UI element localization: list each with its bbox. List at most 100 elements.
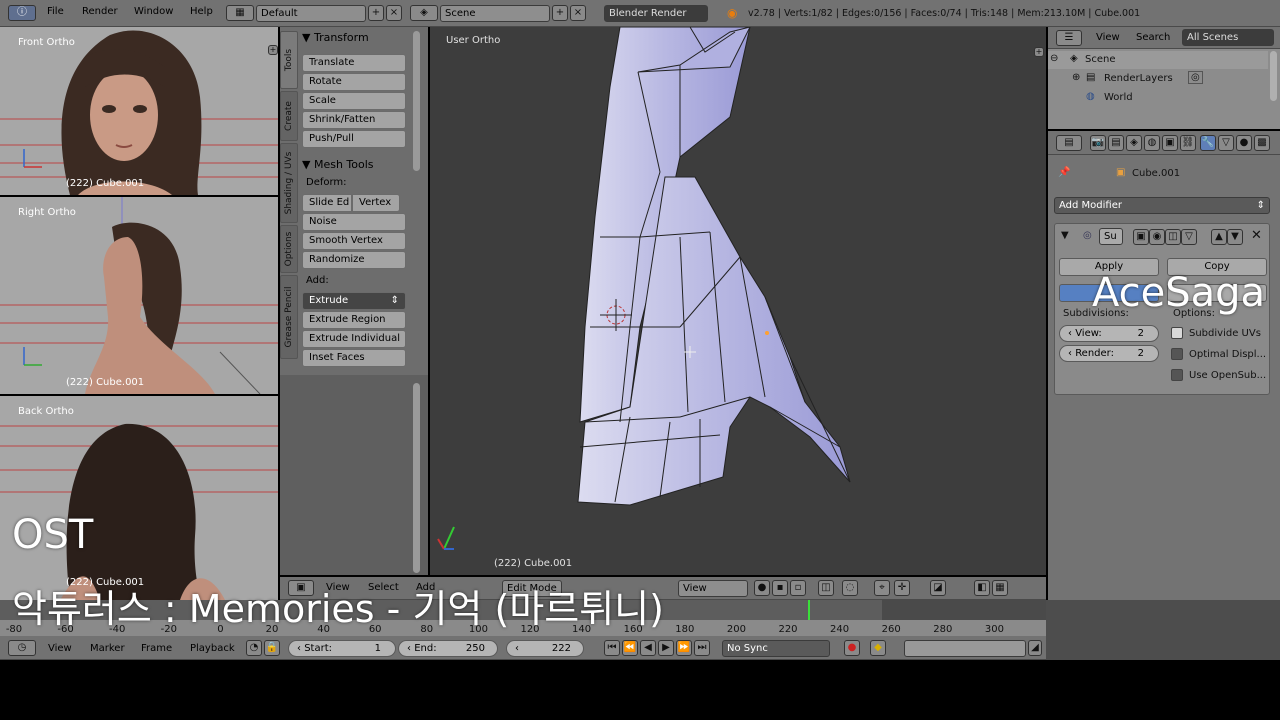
scene-icon[interactable]: ◈ [410,5,438,21]
move-up-icon[interactable]: ▲ [1211,229,1227,245]
modifier-viewport-icon[interactable]: ◉ [1149,229,1165,245]
extrude-individual-button[interactable]: Extrude Individual [302,330,406,348]
current-frame-field[interactable]: ‹ 222 [506,640,584,657]
camera-render-icon[interactable]: ◎ [1188,71,1203,84]
main-3d-viewport[interactable]: User Ortho (222) Cube.001 + [430,27,1046,575]
randomize-button[interactable]: Randomize [302,251,406,269]
timeline-corner-icon[interactable]: ◢ [1028,640,1042,656]
smooth-vertex-button[interactable]: Smooth Vertex [302,232,406,250]
transform-header[interactable]: ▼ Transform [302,31,406,44]
start-frame-field[interactable]: ‹ Start: 1 [288,640,396,657]
shrink-fatten-button[interactable]: Shrink/Fatten [302,111,406,129]
use-opensubdiv-checkbox[interactable] [1171,369,1183,381]
vertex-slide-button[interactable]: Vertex [352,194,400,212]
edge-select-icon[interactable]: ▫ [790,580,806,596]
tab-tools[interactable]: Tools [280,31,298,89]
outliner-row-scene[interactable]: ⊖ ◈ Scene [1048,51,1268,69]
texture-tab-icon[interactable]: ▩ [1254,135,1270,151]
world-tab-icon[interactable]: ◍ [1144,135,1160,151]
noise-button[interactable]: Noise [302,213,406,231]
scene-add-icon[interactable]: + [552,5,568,21]
jump-end-icon[interactable]: ⏭ [694,640,710,656]
camera-view-icon[interactable]: ◧ [974,580,990,596]
outliner-row-world[interactable]: ◍ World [1048,89,1268,107]
render-tab-icon[interactable]: 📷 [1090,135,1106,151]
timeline-editor-icon[interactable]: ◷ [8,640,36,656]
slide-edge-button[interactable]: Slide Ed [302,194,352,212]
solid-shading-icon[interactable]: ● [754,580,770,596]
layout-add-icon[interactable]: + [368,5,384,21]
tab-grease-pencil[interactable]: Grease Pencil [280,275,298,359]
vertex-select-icon[interactable]: ▪ [772,580,788,596]
layout-grid-icon[interactable]: ▦ [226,5,254,21]
subdivide-uvs-checkbox[interactable] [1171,327,1183,339]
menu-help[interactable]: Help [190,6,213,17]
record-keyframe-icon[interactable]: ● [844,640,860,656]
tab-shading-uvs[interactable]: Shading / UVs [280,143,298,223]
grid-toggle-icon[interactable]: ▦ [992,580,1008,596]
layers-tab-icon[interactable]: ▤ [1108,135,1124,151]
tab-options[interactable]: Options [280,225,298,273]
add-modifier-select[interactable]: Add Modifier ⇕ [1054,197,1270,214]
preview-range-icon[interactable]: ◔ [246,640,262,656]
constraints-tab-icon[interactable]: ⛓ [1180,135,1196,151]
manipulator-icon[interactable]: ✛ [894,580,910,596]
optimal-display-checkbox[interactable] [1171,348,1183,360]
end-frame-field[interactable]: ‹ End: 250 [398,640,498,657]
render-preview-icon[interactable]: ◪ [930,580,946,596]
occlude-icon[interactable]: ◫ [818,580,834,596]
menu-file[interactable]: File [47,6,64,17]
sync-mode-select[interactable]: No Sync [722,640,830,657]
jump-prev-key-icon[interactable]: ⏪ [622,640,638,656]
mesh-tools-header[interactable]: ▼ Mesh Tools [302,158,406,171]
info-editor-icon[interactable]: ⓘ [8,5,36,21]
keying-set-field[interactable] [904,640,1026,657]
render-engine-select[interactable]: Blender Render [604,5,708,22]
rotate-button[interactable]: Rotate [302,73,406,91]
extrude-region-button[interactable]: Extrude Region [302,311,406,329]
scene-remove-icon[interactable]: × [570,5,586,21]
data-tab-icon[interactable]: ▽ [1218,135,1234,151]
front-ortho-corner-icon[interactable]: + [268,45,278,55]
remove-modifier-icon[interactable]: ✕ [1251,228,1262,243]
outliner-filter-select[interactable]: All Scenes [1182,29,1274,46]
scene-select[interactable]: Scene [440,5,550,22]
timeline-menu-frame[interactable]: Frame [141,643,172,654]
view-pivot-select[interactable]: View [678,580,748,597]
main-viewport-corner-icon[interactable]: + [1034,47,1044,57]
menu-window[interactable]: Window [134,6,173,17]
view-subdivisions-field[interactable]: ‹ View: 2 [1059,325,1159,342]
render-subdivisions-field[interactable]: ‹ Render: 2 [1059,345,1159,362]
timeline-menu-marker[interactable]: Marker [90,643,125,654]
translate-button[interactable]: Translate [302,54,406,72]
properties-editor-icon[interactable]: ▤ [1056,135,1082,151]
tab-create[interactable]: Create [280,91,298,141]
menu-render[interactable]: Render [82,6,118,17]
back-ortho-viewport[interactable]: Back Ortho (222) Cube.001 [0,396,278,600]
jump-next-key-icon[interactable]: ⏩ [676,640,692,656]
modifier-cage-icon[interactable]: ▽ [1181,229,1197,245]
timeline-menu-view[interactable]: View [48,643,72,654]
object-tab-icon[interactable]: ▣ [1162,135,1178,151]
jump-start-icon[interactable]: ⏮ [604,640,620,656]
scene-tab-icon[interactable]: ◈ [1126,135,1142,151]
modifier-name-field[interactable]: Su [1099,228,1123,245]
outliner-scrollbar[interactable] [1270,51,1277,101]
pin-icon[interactable]: 📌 [1058,167,1070,178]
front-ortho-viewport[interactable]: Front Ortho (222) Cube.001 + [0,27,278,195]
push-pull-button[interactable]: Push/Pull [302,130,406,148]
outliner-editor-icon[interactable]: ☰ [1056,30,1082,46]
layout-select[interactable]: Default [256,5,366,22]
inset-faces-button[interactable]: Inset Faces [302,349,406,367]
material-tab-icon[interactable]: ● [1236,135,1252,151]
modifiers-wrench-icon[interactable]: 🔧 [1200,135,1216,151]
tool-shelf-scrollbar[interactable] [413,31,420,171]
lower-scrollbar[interactable] [413,383,420,573]
outliner-menu-view[interactable]: View [1096,32,1120,43]
play-icon[interactable]: ▶ [658,640,674,656]
modifier-collapse-icon[interactable]: ▼ [1061,230,1069,241]
keying-set-icon[interactable]: ◆ [870,640,886,656]
outliner-menu-search[interactable]: Search [1136,32,1170,43]
modifier-render-icon[interactable]: ▣ [1133,229,1149,245]
modifier-editmode-icon[interactable]: ◫ [1165,229,1181,245]
